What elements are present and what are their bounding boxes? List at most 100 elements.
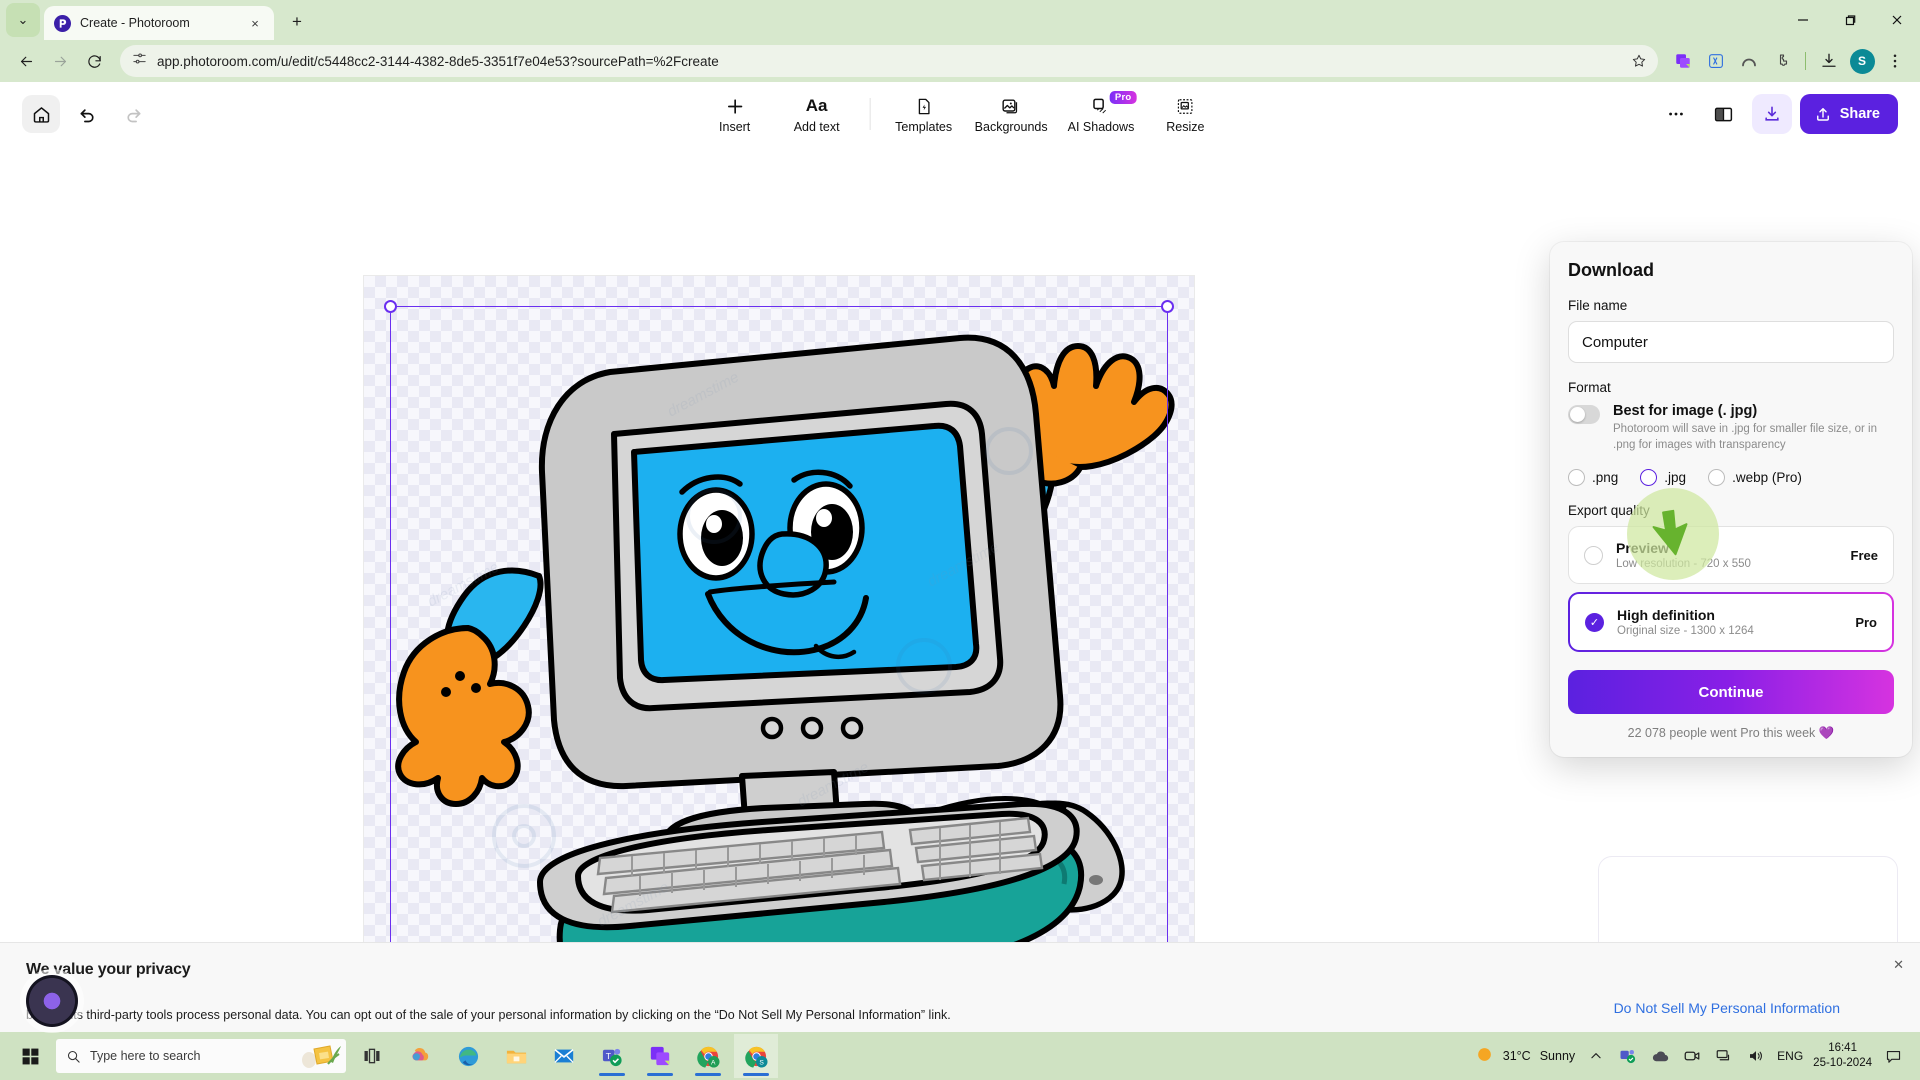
file-explorer-button[interactable]: [494, 1034, 538, 1078]
redo-button[interactable]: [114, 95, 152, 133]
resize-handle-top-right[interactable]: [1161, 300, 1174, 313]
tab-strip: ⌄ Create - Photoroom × +: [0, 0, 1920, 40]
camera-icon[interactable]: [1681, 1045, 1703, 1067]
backgrounds-icon: [1001, 95, 1021, 117]
undo-button[interactable]: [68, 95, 106, 133]
browser-tab[interactable]: Create - Photoroom ×: [44, 6, 274, 40]
tool-templates[interactable]: Templates: [885, 92, 963, 136]
tool-backgrounds[interactable]: Backgrounds: [967, 92, 1056, 136]
teams-button[interactable]: T: [590, 1034, 634, 1078]
tool-insert[interactable]: Insert: [696, 92, 774, 136]
network-icon[interactable]: [1713, 1045, 1735, 1067]
format-option-jpg[interactable]: .jpg: [1640, 469, 1687, 487]
tool-templates-label: Templates: [895, 120, 953, 134]
puzzle-extensions-icon[interactable]: [1767, 46, 1797, 76]
task-view-button[interactable]: [350, 1034, 394, 1078]
window-controls: [1779, 0, 1920, 40]
start-button[interactable]: [8, 1036, 52, 1076]
chrome-profile-a-button[interactable]: A: [686, 1034, 730, 1078]
window-close-button[interactable]: [1873, 0, 1920, 40]
radio-png-icon[interactable]: [1568, 469, 1585, 487]
tab-title: Create - Photoroom: [80, 16, 190, 30]
radio-webp-icon[interactable]: [1708, 469, 1726, 487]
mail-button[interactable]: [542, 1034, 586, 1078]
artboard[interactable]: dreamstime dreamstime dreamstime dreamst…: [364, 276, 1194, 1041]
format-jpg-label: .jpg: [1664, 470, 1687, 486]
address-bar[interactable]: app.photoroom.com/u/edit/c5448cc2-3144-4…: [120, 45, 1658, 77]
format-label: Format: [1568, 380, 1611, 395]
windows-taskbar: Type here to search T A S 31°C Sunny ENG…: [0, 1032, 1920, 1080]
volume-icon[interactable]: [1745, 1045, 1767, 1067]
system-tray: 31°C Sunny ENG 16:41 25-10-2024: [1475, 1041, 1912, 1071]
continue-button[interactable]: Continue: [1568, 670, 1894, 715]
tab-close-icon[interactable]: ×: [246, 14, 264, 32]
tool-ai-shadows-label: AI Shadows: [1067, 120, 1135, 134]
search-illustration-icon: [302, 1045, 341, 1068]
notifications-icon[interactable]: [1882, 1045, 1904, 1067]
radio-hd-icon[interactable]: ✓: [1585, 612, 1604, 632]
compare-panels-button[interactable]: [1704, 94, 1744, 134]
photoroom-app-button[interactable]: [638, 1034, 682, 1078]
best-for-image-row[interactable]: Best for image (. jpg) Photoroom will sa…: [1568, 403, 1894, 453]
artboard-wrapper: dreamstime dreamstime dreamstime dreamst…: [364, 276, 1194, 1041]
more-options-button[interactable]: [1656, 94, 1696, 134]
edge-button[interactable]: [446, 1034, 490, 1078]
translate-icon[interactable]: [1701, 46, 1731, 76]
editor-toolbar-right: Share: [1656, 94, 1898, 134]
window-minimize-button[interactable]: [1779, 0, 1826, 40]
back-button[interactable]: [10, 45, 42, 77]
download-panel: Download File name Computer Format Best …: [1550, 242, 1912, 758]
radio-preview-icon[interactable]: [1584, 545, 1603, 565]
tab-search-button[interactable]: ⌄: [6, 3, 40, 37]
chrome-profile-s-button[interactable]: S: [734, 1034, 778, 1078]
url-text: app.photoroom.com/u/edit/c5448cc2-3144-4…: [157, 53, 719, 69]
download-button[interactable]: [1751, 94, 1792, 134]
best-for-image-toggle[interactable]: [1568, 405, 1600, 424]
photoroom-extension-icon[interactable]: [1668, 46, 1698, 76]
teams-tray-icon[interactable]: [1617, 1045, 1639, 1067]
tray-expand-chevron-icon[interactable]: [1585, 1045, 1607, 1067]
bookmark-star-icon[interactable]: [1626, 48, 1652, 74]
format-option-png[interactable]: .png: [1568, 469, 1619, 487]
sun-icon: [1475, 1045, 1494, 1067]
object-preview-card[interactable]: [1598, 856, 1898, 956]
privacy-banner-close-icon[interactable]: ✕: [1893, 957, 1904, 973]
onedrive-icon[interactable]: [1649, 1045, 1671, 1067]
new-tab-button[interactable]: +: [282, 7, 312, 37]
site-settings-icon[interactable]: [132, 51, 147, 71]
screen-recorder-indicator[interactable]: [26, 975, 78, 1027]
selection-box[interactable]: [384, 300, 1174, 1041]
resize-handle-top-left[interactable]: [384, 300, 397, 313]
window-maximize-button[interactable]: [1826, 0, 1873, 40]
best-for-image-description: Photoroom will save in .jpg for smaller …: [1613, 423, 1877, 451]
quality-option-preview[interactable]: Preview Low resolution - 720 x 550 Free: [1568, 526, 1894, 585]
plus-icon: [725, 95, 744, 117]
language-indicator[interactable]: ENG: [1777, 1049, 1803, 1063]
format-option-webp[interactable]: .webp (Pro): [1708, 469, 1802, 487]
arc-icon[interactable]: [1734, 46, 1764, 76]
taskbar-search[interactable]: Type here to search: [56, 1039, 346, 1073]
profile-avatar[interactable]: S: [1847, 46, 1877, 76]
format-radio-group: .png .jpg .webp (Pro): [1568, 469, 1894, 487]
radio-jpg-icon[interactable]: [1640, 469, 1658, 487]
file-name-label: File name: [1568, 298, 1628, 313]
share-button[interactable]: Share: [1799, 94, 1898, 134]
canvas-area[interactable]: dreamstime dreamstime dreamstime dreamst…: [0, 146, 1920, 1054]
tool-resize[interactable]: Resize: [1146, 92, 1224, 136]
copilot-button[interactable]: [398, 1034, 442, 1078]
do-not-sell-link[interactable]: Do Not Sell My Personal Information: [1614, 1000, 1840, 1016]
profile-initial: S: [1849, 48, 1875, 74]
home-button[interactable]: [22, 95, 60, 133]
reload-button[interactable]: [78, 45, 110, 77]
file-name-input[interactable]: Computer: [1568, 321, 1894, 363]
pro-footer-text: 22 078 people went Pro this week 💜: [1627, 726, 1835, 741]
clock-widget[interactable]: 16:41 25-10-2024: [1813, 1041, 1872, 1071]
downloads-icon[interactable]: [1814, 46, 1844, 76]
tool-ai-shadows[interactable]: Pro AI Shadows: [1060, 91, 1143, 136]
format-png-label: .png: [1592, 470, 1619, 486]
forward-button[interactable]: [44, 45, 76, 77]
quality-option-high-definition[interactable]: ✓ High definition Original size - 1300 x…: [1568, 592, 1894, 652]
kebab-menu-icon[interactable]: [1880, 46, 1910, 76]
weather-widget[interactable]: 31°C Sunny: [1475, 1045, 1575, 1067]
tool-add-text[interactable]: Aa Add text: [778, 92, 856, 136]
